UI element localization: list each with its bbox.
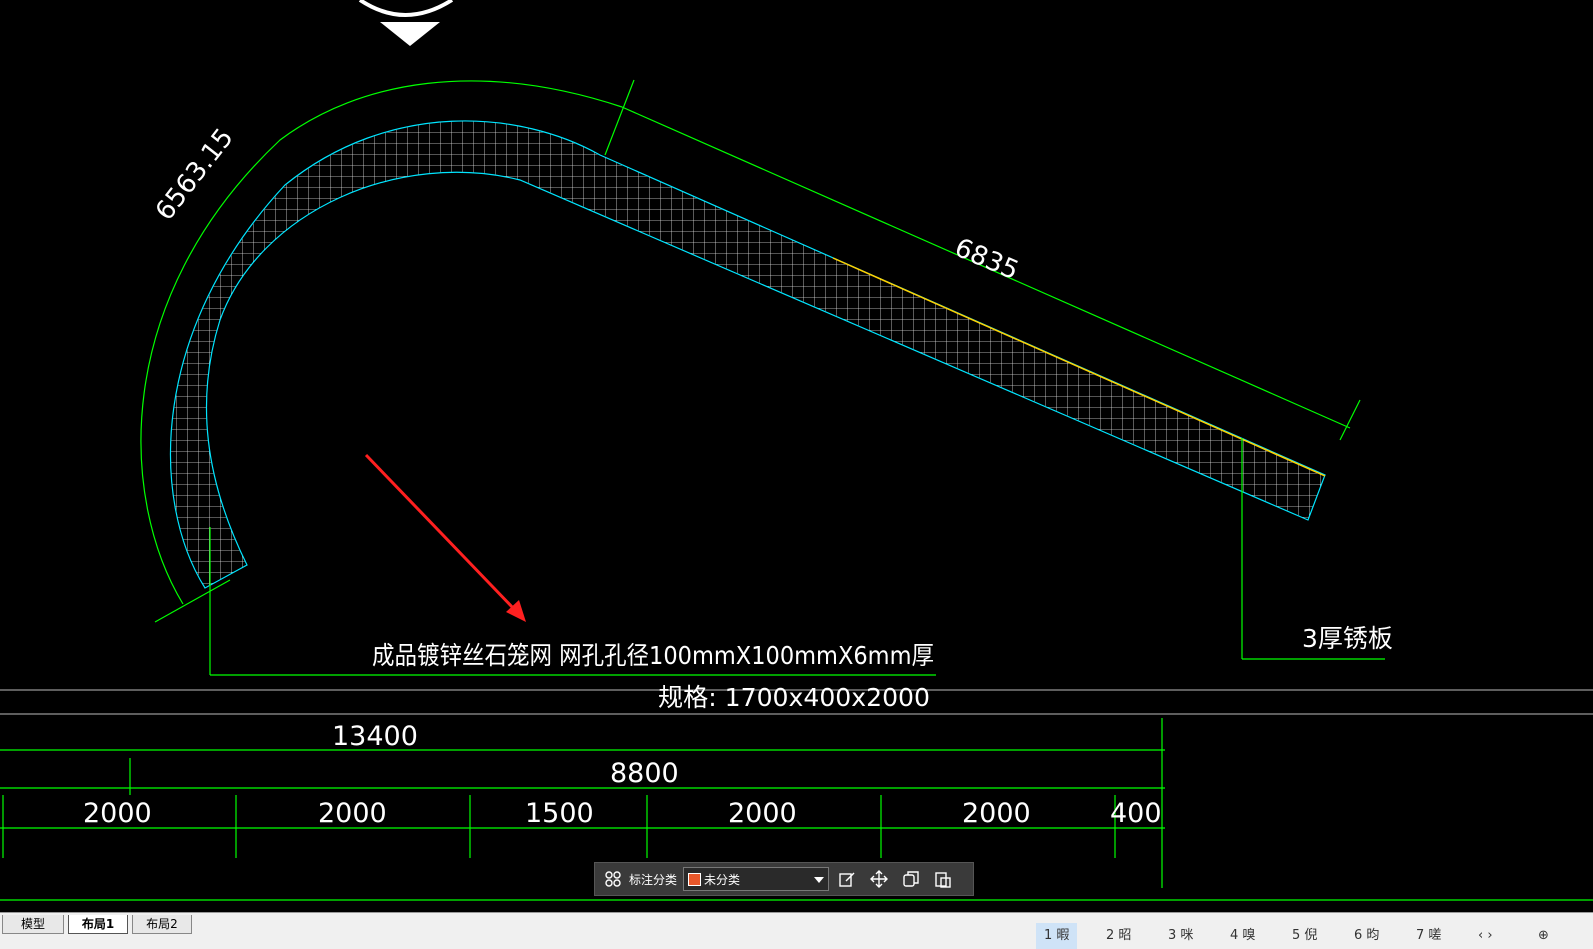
annotation-category-toolbar: 标注分类 未分类 (594, 862, 974, 896)
dimension-lines (0, 79, 1593, 901)
page-tab-3[interactable]: 3 咪 (1160, 923, 1201, 949)
dimension-segment: 400 (1110, 798, 1162, 829)
category-selected-value: 未分类 (704, 872, 741, 887)
edit-icon[interactable] (833, 865, 861, 893)
arc-length-dimension: 6563.15 (150, 123, 240, 226)
spec-note: 规格: 1700x400x2000 (658, 683, 930, 712)
north-symbol (358, 0, 454, 46)
slope-length-dimension: 6835 (950, 233, 1023, 286)
tab-model[interactable]: 模型 (2, 915, 64, 934)
scroll-tabs-icon[interactable]: ‹ › (1470, 923, 1501, 949)
category-color-swatch (688, 872, 702, 886)
gabion-note: 成品镀锌丝石笼网 网孔孔径100mmX100mmX6mm厚 (372, 641, 934, 670)
tab-layout2[interactable]: 布局2 (132, 915, 192, 934)
page-tab-7[interactable]: 7 嗟 (1408, 923, 1449, 949)
add-tab-icon[interactable]: ⊕ (1530, 923, 1557, 949)
dimension-total: 13400 (332, 721, 418, 752)
red-arrow-annotation (364, 453, 526, 622)
move-icon[interactable] (865, 865, 893, 893)
tab-layout1[interactable]: 布局1 (68, 915, 128, 934)
plate-note: 3厚锈板 (1302, 624, 1393, 653)
dimension-segment: 2000 (962, 798, 1031, 829)
cad-drawing-canvas[interactable]: 6563.15 6835 成品镀锌丝石笼网 网孔孔径100mmX100mmX6m… (0, 0, 1593, 948)
page-tab-4[interactable]: 4 嗅 (1222, 923, 1263, 949)
dimension-segment: 1500 (525, 798, 594, 829)
dimension-segment: 2000 (728, 798, 797, 829)
dimension-sub: 8800 (610, 758, 679, 789)
category-dropdown[interactable]: 未分类 (683, 867, 830, 891)
page-tab-1[interactable]: 1 暇 (1036, 923, 1078, 949)
page-tab-6[interactable]: 6 昀 (1346, 923, 1387, 949)
grid-icon[interactable] (599, 865, 627, 893)
dimension-segment: 2000 (318, 798, 387, 829)
paste-icon[interactable] (929, 865, 957, 893)
gabion-mesh-band (169, 120, 1326, 589)
layout-tab-bar: 模型 布局1 布局2 1 暇 2 昭 3 咪 4 嗅 5 倪 6 昀 7 嗟 ‹… (0, 912, 1593, 949)
rust-plate-line (832, 257, 1326, 477)
copy-icon[interactable] (897, 865, 925, 893)
dimension-segment: 2000 (83, 798, 152, 829)
category-label: 标注分类 (629, 872, 678, 887)
page-tab-2[interactable]: 2 昭 (1098, 923, 1139, 949)
page-tab-5[interactable]: 5 倪 (1284, 923, 1325, 949)
chevron-down-icon[interactable] (814, 877, 825, 883)
